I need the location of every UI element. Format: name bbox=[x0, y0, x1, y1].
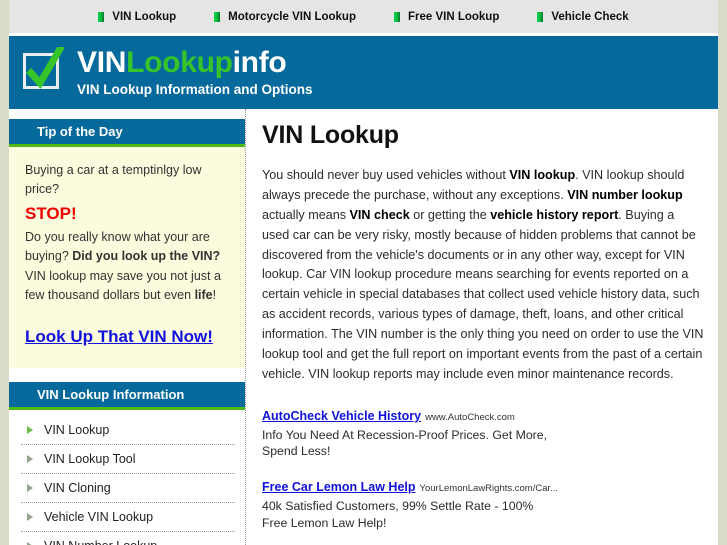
site-title-vin: VIN bbox=[77, 46, 127, 80]
ad-description: Info You Need At Recession-Proof Prices.… bbox=[262, 427, 548, 459]
ad-description: 40k Satisfied Customers, 99% Settle Rate… bbox=[262, 498, 534, 530]
top-navigation-bar: VIN Lookup Motorcycle VIN Lookup Free VI… bbox=[9, 0, 718, 36]
tip-of-the-day-heading: Tip of the Day bbox=[9, 119, 245, 147]
look-up-vin-now-link[interactable]: Look Up That VIN Now! bbox=[25, 324, 213, 350]
topnav-item-free-vin-lookup[interactable]: Free VIN Lookup bbox=[393, 10, 500, 23]
tip-line-2: Do you really know what your are buying?… bbox=[25, 228, 229, 267]
intro-seg-5: . Buying a used car can be very risky, m… bbox=[262, 207, 704, 381]
sidebar-item-label: Vehicle VIN Lookup bbox=[44, 509, 154, 524]
ad-url: YourLemonLawRights.com/Car... bbox=[419, 482, 559, 494]
intro-bold-vehicle-history-report: vehicle history report bbox=[490, 207, 619, 222]
tip-line-1: Buying a car at a temptinlgy low price? bbox=[25, 163, 202, 197]
site-logo[interactable] bbox=[21, 46, 65, 95]
sidebar-menu-list: VIN Lookup VIN Lookup Tool VIN Cloning V… bbox=[9, 410, 245, 545]
green-square-bullet-icon bbox=[537, 11, 544, 22]
sidebar-item-vin-lookup-tool[interactable]: VIN Lookup Tool bbox=[21, 445, 235, 473]
ad-title-link[interactable]: AutoCheck Vehicle History bbox=[262, 409, 421, 423]
site-title: VINLookupinfo bbox=[77, 48, 313, 78]
list-item: VIN Lookup Tool bbox=[21, 445, 235, 474]
tip-line-3c: ! bbox=[212, 288, 217, 303]
tip-stop-text: STOP! bbox=[25, 203, 77, 223]
list-item: VIN Number Lookup bbox=[21, 532, 235, 545]
site-title-lookup: Lookup bbox=[126, 46, 233, 80]
sidebar-spacer bbox=[9, 367, 245, 382]
intro-seg-1: You should never buy used vehicles witho… bbox=[262, 168, 510, 182]
intro-bold-vin-lookup: VIN lookup bbox=[509, 168, 576, 182]
green-square-bullet-icon bbox=[393, 11, 400, 22]
triangle-right-icon bbox=[27, 483, 33, 492]
topnav-item-label: VIN Lookup bbox=[112, 10, 177, 23]
topnav-item-vin-lookup[interactable]: VIN Lookup bbox=[98, 11, 176, 23]
tip-line-3a: VIN lookup may save you not just a few t… bbox=[25, 268, 221, 303]
sidebar-item-vin-lookup[interactable]: VIN Lookup bbox=[21, 416, 235, 444]
sidebar-item-vehicle-vin-lookup[interactable]: Vehicle VIN Lookup bbox=[21, 503, 235, 531]
checkbox-checkmark-icon bbox=[26, 46, 65, 89]
sidebar: Tip of the Day Buying a car at a temptin… bbox=[9, 109, 246, 545]
ad-autocheck: AutoCheck Vehicle History www.AutoCheck.c… bbox=[262, 407, 704, 460]
intro-bold-vin-number-lookup: VIN number lookup bbox=[567, 187, 683, 202]
sidebar-item-vin-cloning[interactable]: VIN Cloning bbox=[21, 474, 235, 502]
intro-seg-3: actually means bbox=[262, 207, 350, 222]
sidebar-item-vin-number-lookup[interactable]: VIN Number Lookup bbox=[21, 532, 235, 545]
intro-seg-4: or getting the bbox=[409, 207, 491, 222]
triangle-right-icon bbox=[27, 425, 33, 434]
tip-of-the-day-body: Buying a car at a temptinlgy low price? … bbox=[9, 147, 245, 368]
ad-title-link[interactable]: Free Car Lemon Law Help bbox=[262, 480, 416, 494]
triangle-right-icon bbox=[27, 454, 33, 463]
sidebar-item-label: VIN Number Lookup bbox=[44, 539, 157, 545]
triangle-right-icon bbox=[27, 512, 33, 521]
content-area: Tip of the Day Buying a car at a temptin… bbox=[9, 109, 718, 545]
list-item: VIN Cloning bbox=[21, 474, 235, 503]
page-title: VIN Lookup bbox=[262, 121, 399, 149]
vin-lookup-information-heading: VIN Lookup Information bbox=[9, 381, 245, 410]
brand-text: VINLookupinfo VIN Lookup Information and… bbox=[77, 48, 313, 97]
sidebar-item-label: VIN Lookup Tool bbox=[44, 451, 136, 466]
ad-url: www.AutoCheck.com bbox=[425, 411, 515, 423]
topnav-item-motorcycle-vin-lookup[interactable]: Motorcycle VIN Lookup bbox=[214, 11, 356, 23]
topnav-item-label: Motorcycle VIN Lookup bbox=[228, 10, 356, 23]
sidebar-item-label: VIN Lookup bbox=[44, 422, 110, 437]
sidebar-item-label: VIN Cloning bbox=[44, 480, 111, 495]
sponsored-ads-block: AutoCheck Vehicle History www.AutoCheck.c… bbox=[262, 407, 704, 545]
main-content: VIN Lookup You should never buy used veh… bbox=[246, 109, 718, 545]
intro-paragraph: You should never buy used vehicles witho… bbox=[262, 166, 704, 385]
topnav-item-label: Free VIN Lookup bbox=[407, 10, 500, 23]
topnav-item-label: Vehicle Check bbox=[551, 10, 629, 23]
site-tagline: VIN Lookup Information and Options bbox=[77, 82, 313, 98]
site-title-info: info bbox=[232, 46, 287, 80]
tip-line-3b: life bbox=[194, 288, 213, 303]
tip-line-2b: Did you look up the VIN? bbox=[72, 249, 221, 264]
intro-bold-vin-check: VIN check bbox=[349, 207, 410, 222]
topnav-item-vehicle-check[interactable]: Vehicle Check bbox=[537, 10, 629, 23]
tip-line-3: VIN lookup may save you not just a few t… bbox=[25, 267, 229, 306]
ad-lemon-law: Free Car Lemon Law Help YourLemonLawRight… bbox=[262, 478, 704, 531]
site-header-banner: VINLookupinfo VIN Lookup Information and… bbox=[9, 36, 718, 109]
list-item: Vehicle VIN Lookup bbox=[21, 503, 235, 532]
green-square-bullet-icon bbox=[214, 11, 221, 22]
page-container: VIN Lookup Motorcycle VIN Lookup Free VI… bbox=[9, 0, 718, 545]
green-square-bullet-icon bbox=[98, 11, 105, 22]
list-item: VIN Lookup bbox=[21, 416, 235, 445]
